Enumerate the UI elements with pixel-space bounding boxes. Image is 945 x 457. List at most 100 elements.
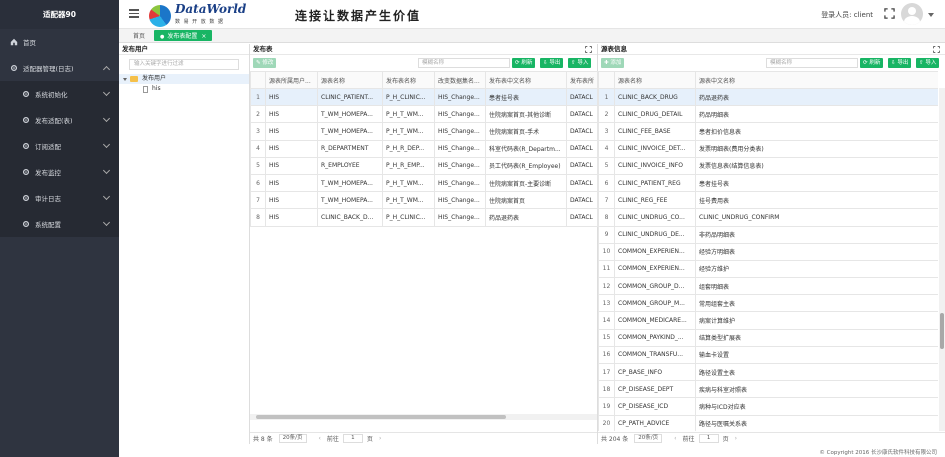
table-row[interactable]: 2 HIS T_WM_HOMEPA... P_H_T_WM... HIS_Change.… [250, 105, 598, 124]
table-row[interactable]: 4 HIS R_DEPARTMENT P_H_R_DEP... HIS_Change..… [250, 139, 598, 158]
table-row[interactable]: 18 CP_DISEASE_DEPT 疾病与科室对照表 [598, 380, 938, 399]
search-input[interactable]: 模糊名称 [418, 58, 510, 68]
close-icon[interactable]: × [201, 33, 206, 40]
table-row[interactable]: 5 CLINIC_INVOICE_INFO 发票信息表(结算信息表) [598, 156, 938, 175]
table-row[interactable]: 6 CLINIC_PATIENT_REG 患者挂号表 [598, 173, 938, 193]
tree-node-root[interactable]: 发布用户 [119, 74, 249, 84]
table-row[interactable]: 8 HIS CLINIC_BACK_D... P_H_CLINIC... HIS_Cha… [250, 208, 598, 227]
caret-down-icon[interactable] [123, 77, 127, 81]
table-row[interactable]: 2 CLINIC_DRUG_DETAIL 药品明细表 [598, 105, 938, 124]
sidebar-item[interactable]: 发布监控 [0, 159, 119, 185]
menu-toggle-icon[interactable] [129, 9, 139, 18]
modify-button[interactable]: ✎ 修改 [253, 58, 277, 68]
tree-node-his[interactable]: his [119, 84, 249, 94]
column-header[interactable]: 源表名称 [317, 71, 383, 89]
table-row[interactable]: 7 HIS T_WM_HOMEPA... P_H_T_WM... HIS_Change.… [250, 191, 598, 210]
table-row[interactable]: 1 HIS CLINIC_PATIENT... P_H_CLINIC... HIS_Ch… [250, 87, 598, 107]
vertical-scrollbar[interactable] [939, 88, 945, 431]
avatar[interactable] [901, 3, 923, 25]
table-cell: 6 [598, 173, 615, 193]
table-row[interactable]: 3 CLINIC_FEE_BASE 患者扣价信息表 [598, 122, 938, 141]
column-header[interactable] [250, 71, 266, 89]
table-cell: T_WM_HOMEPA... [317, 122, 383, 141]
page-input[interactable]: 1 [342, 434, 363, 443]
page-input[interactable]: 1 [698, 434, 719, 443]
column-header[interactable]: 发布表所 [566, 71, 598, 89]
table-row[interactable]: 15 COMMON_PAYKIND_... 结算类型扩展表 [598, 328, 938, 347]
refresh-button[interactable]: ⟳ 刷新 [512, 58, 536, 68]
sidebar-item[interactable]: 发布适配(表) [0, 107, 119, 133]
table-row[interactable]: 17 CP_BASE_INFO 路径设置主表 [598, 362, 938, 382]
table-cell: 患者挂号表 [485, 87, 567, 107]
table-cell: CP_PATH_ADVICE [614, 414, 696, 431]
page-size-select[interactable]: 20条/页 [278, 434, 307, 443]
export-button[interactable]: ⇩ 导出 [888, 58, 912, 68]
table-row[interactable]: 16 COMMON_TRANSFU... 输血卡设置 [598, 345, 938, 365]
sidebar-item[interactable]: 系统初始化 [0, 81, 119, 107]
table-cell: 输血卡设置 [695, 345, 938, 365]
prev-page-icon[interactable]: ‹ [674, 435, 676, 442]
table-row[interactable]: 20 CP_PATH_ADVICE 路径与医嘱关系表 [598, 414, 938, 431]
sidebar-item[interactable]: 审计日志 [0, 185, 119, 211]
table-cell: 路径设置主表 [695, 362, 938, 382]
next-page-icon[interactable]: › [379, 435, 381, 442]
sidebar-item[interactable]: 订阅适配 [0, 133, 119, 159]
table-cell: CLINIC_PATIENT... [317, 87, 383, 107]
chevron-down-icon[interactable] [928, 13, 934, 17]
search-input[interactable]: 模糊名称 [766, 58, 858, 68]
gear-icon [10, 64, 18, 72]
prev-page-icon[interactable]: ‹ [319, 435, 321, 442]
table-cell: 药品明细表 [695, 105, 938, 124]
table-row[interactable]: 1 CLINIC_BACK_DRUG 药品退药表 [598, 87, 938, 107]
table-cell: CP_DISEASE_DEPT [614, 380, 696, 399]
horizontal-scrollbar[interactable] [250, 414, 597, 420]
table-cell: CP_BASE_INFO [614, 362, 696, 382]
table-row[interactable]: 9 CLINIC_UNDRUG_DE... 非药品明细表 [598, 225, 938, 244]
table-cell: HIS [265, 156, 318, 175]
column-header[interactable]: 源表中文名称 [695, 71, 938, 89]
login-user-label: 登录人员: client [821, 11, 873, 19]
tab-home[interactable]: 首页 [127, 30, 151, 41]
table-row[interactable]: 7 CLINIC_REG_FEE 挂号费用表 [598, 191, 938, 210]
column-header[interactable]: 源表所属用户... [265, 71, 318, 89]
column-header[interactable]: 发布表中文名称 [485, 71, 567, 89]
table-cell: 经验方明细表 [695, 242, 938, 261]
column-header[interactable]: 改变数据集名... [434, 71, 486, 89]
table-row[interactable]: 6 HIS T_WM_HOMEPA... P_H_T_WM... HIS_Change.… [250, 173, 598, 193]
table-cell: 4 [598, 139, 615, 158]
table-row[interactable]: 10 COMMON_EXPERIEN... 经验方明细表 [598, 242, 938, 261]
table-row[interactable]: 8 CLINIC_UNDRUG_CO... CLINIC_UNDRUG_CONFIR… [598, 208, 938, 227]
table-row[interactable]: 19 CP_DISEASE_ICD 病种与ICD对应表 [598, 397, 938, 416]
table-cell: 1 [250, 87, 266, 107]
column-header[interactable]: 源表名称 [614, 71, 696, 89]
table-cell: HIS_Change... [434, 122, 486, 141]
column-header[interactable] [598, 71, 615, 89]
next-page-icon[interactable]: › [735, 435, 737, 442]
table-row[interactable]: 3 HIS T_WM_HOMEPA... P_H_T_WM... HIS_Change.… [250, 122, 598, 141]
table-cell: HIS_Change... [434, 87, 486, 107]
add-button[interactable]: ✚ 添加 [601, 58, 625, 68]
table-row[interactable]: 5 HIS R_EMPLOYEE P_H_R_EMP... HIS_Change... 员… [250, 156, 598, 175]
sidebar-item[interactable]: 系统配置 [0, 211, 119, 237]
import-button[interactable]: ⇧ 导入 [916, 58, 940, 68]
table-row[interactable]: 12 COMMON_GROUP_D... 组套明细表 [598, 277, 938, 296]
export-button[interactable]: ⇩ 导出 [540, 58, 564, 68]
fullscreen-icon[interactable] [933, 46, 940, 53]
table-cell: HIS [265, 173, 318, 193]
table-row[interactable]: 11 COMMON_EXPERIEN... 经验方维护 [598, 259, 938, 279]
refresh-button[interactable]: ⟳ 刷新 [860, 58, 884, 68]
import-button[interactable]: ⇧ 导入 [568, 58, 592, 68]
tree-search-input[interactable]: 输入关键字进行过滤 [129, 59, 239, 70]
sidebar-item[interactable]: 首页 [0, 29, 119, 55]
fullscreen-icon[interactable] [884, 8, 895, 19]
table-row[interactable]: 14 COMMON_MEDICARE... 病案计算维护 [598, 311, 938, 330]
tab-publish-table-config[interactable]: 发布表配置× [154, 30, 213, 41]
page-size-select[interactable]: 20条/页 [634, 434, 663, 443]
table-row[interactable]: 4 CLINIC_INVOICE_DET... 发票明细表(费用分类表) [598, 139, 938, 158]
sidebar-item[interactable]: 适配器管理(日志) [0, 55, 119, 81]
fullscreen-icon[interactable] [585, 46, 592, 53]
source-table-scroll: 源表名称 源表中文名称 1 CLINIC_BACK_DRUG 药品退药表 2 CLINIC… [598, 71, 938, 431]
toolbar: ✚ 添加 模糊名称 ⟳ 刷新 ⇩ 导出 ⇧ 导入 [598, 55, 945, 71]
table-row[interactable]: 13 COMMON_GROUP_M... 常用组套主表 [598, 294, 938, 313]
column-header[interactable]: 发布表名称 [382, 71, 435, 89]
